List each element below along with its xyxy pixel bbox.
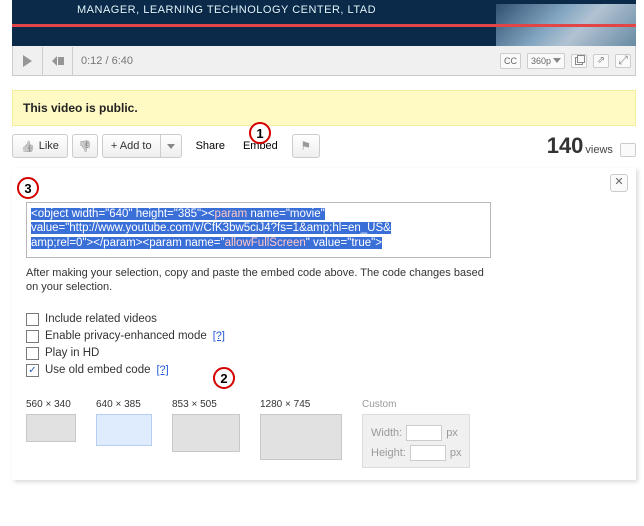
quality-button[interactable]: 360p	[527, 53, 565, 69]
like-label: Like	[39, 140, 59, 152]
help-link[interactable]: [?]	[156, 364, 168, 376]
views-label: views	[585, 144, 613, 156]
fullscreen-icon: ⤢	[618, 53, 628, 68]
unit-label: px	[450, 447, 462, 459]
size-custom: Custom Width: px Height: px	[362, 399, 470, 468]
size-label: 560 × 340	[26, 399, 76, 410]
view-count-number: 140	[547, 133, 584, 158]
close-button[interactable]: ✕	[610, 174, 628, 192]
like-button[interactable]: Like	[12, 134, 68, 158]
current-time: 0:12	[81, 55, 102, 67]
opt-related[interactable]: Include related videos	[26, 313, 622, 326]
custom-width-row: Width: px	[371, 425, 461, 441]
opt-privacy[interactable]: Enable privacy-enhanced mode [?]	[26, 330, 622, 343]
duration: 6:40	[112, 55, 133, 67]
opt-label: Include related videos	[45, 313, 157, 325]
checkbox[interactable]: ✓	[26, 364, 39, 377]
dislike-button[interactable]	[72, 134, 98, 158]
custom-title: Custom	[362, 399, 470, 410]
popout-button[interactable]	[571, 54, 587, 68]
opt-label: Play in HD	[45, 347, 99, 359]
play-button[interactable]	[13, 47, 43, 75]
action-bar: Like + Add to Share Embed 140views	[12, 134, 636, 158]
stats-icon[interactable]	[620, 143, 636, 157]
width-label: Width:	[371, 427, 402, 439]
embed-link[interactable]: Embed	[243, 140, 278, 152]
fullscreen-button[interactable]: ⤢	[615, 54, 631, 68]
size-preset[interactable]: 560 × 340	[26, 399, 76, 468]
video-red-bar	[12, 24, 636, 27]
thumb-down-icon	[78, 140, 92, 153]
size-preview	[26, 414, 76, 442]
flag-button[interactable]	[292, 134, 320, 158]
speaker-icon	[52, 56, 64, 66]
size-preview	[172, 414, 240, 452]
opt-oldcode[interactable]: ✓ Use old embed code [?]	[26, 364, 622, 377]
size-preview	[260, 414, 342, 460]
size-preset[interactable]: 1280 × 745	[260, 399, 342, 468]
player-controls: 0:12 / 6:40 CC 360p ⇗ ⤢	[12, 46, 636, 76]
size-label: 1280 × 745	[260, 399, 342, 410]
width-input[interactable]	[406, 425, 442, 441]
embed-panel: ✕ <object width="640" height="385"><para…	[12, 168, 636, 480]
public-banner: This video is public.	[12, 90, 636, 126]
view-count: 140views	[547, 133, 636, 159]
share-link[interactable]: Share	[196, 140, 225, 152]
size-preset[interactable]: 640 × 385	[96, 399, 152, 468]
video-overlay-caption: MANAGER, LEARNING TECHNOLOGY CENTER, LTA…	[77, 4, 376, 16]
chevron-down-icon	[553, 58, 561, 63]
checkbox[interactable]	[26, 313, 39, 326]
chevron-down-icon	[167, 144, 175, 149]
time-display: 0:12 / 6:40	[81, 55, 133, 67]
embed-code-textarea[interactable]: <object width="640" height="385"><param …	[26, 202, 491, 258]
size-label: 853 × 505	[172, 399, 240, 410]
size-label: 640 × 385	[96, 399, 152, 410]
quality-label: 360p	[531, 56, 551, 66]
thumb-up-icon	[21, 140, 35, 153]
height-input[interactable]	[410, 445, 446, 461]
volume-button[interactable]	[43, 47, 73, 75]
cc-button[interactable]: CC	[500, 53, 521, 69]
unit-label: px	[446, 427, 458, 439]
play-icon	[23, 55, 32, 67]
opt-label: Use old embed code	[45, 364, 150, 376]
video-frame[interactable]: MANAGER, LEARNING TECHNOLOGY CENTER, LTA…	[12, 0, 636, 46]
help-link[interactable]: [?]	[213, 330, 225, 342]
flag-icon	[300, 139, 311, 153]
size-preview	[96, 414, 152, 446]
newwindow-button[interactable]: ⇗	[593, 54, 609, 68]
embed-hint: After making your selection, copy and pa…	[26, 266, 496, 295]
addto-caret[interactable]	[161, 134, 182, 158]
arrow-icon: ⇗	[597, 56, 605, 66]
checkbox[interactable]	[26, 330, 39, 343]
popout-icon	[575, 57, 583, 65]
addto-button[interactable]: + Add to	[102, 134, 161, 158]
size-presets: 560 × 340 640 × 385 853 × 505 1280 × 745 Cus…	[26, 399, 622, 468]
opt-label: Enable privacy-enhanced mode	[45, 330, 207, 342]
embed-options: Include related videos Enable privacy-en…	[26, 313, 622, 377]
size-preset[interactable]: 853 × 505	[172, 399, 240, 468]
checkbox[interactable]	[26, 347, 39, 360]
custom-height-row: Height: px	[371, 445, 461, 461]
height-label: Height:	[371, 447, 406, 459]
opt-hd[interactable]: Play in HD	[26, 347, 622, 360]
